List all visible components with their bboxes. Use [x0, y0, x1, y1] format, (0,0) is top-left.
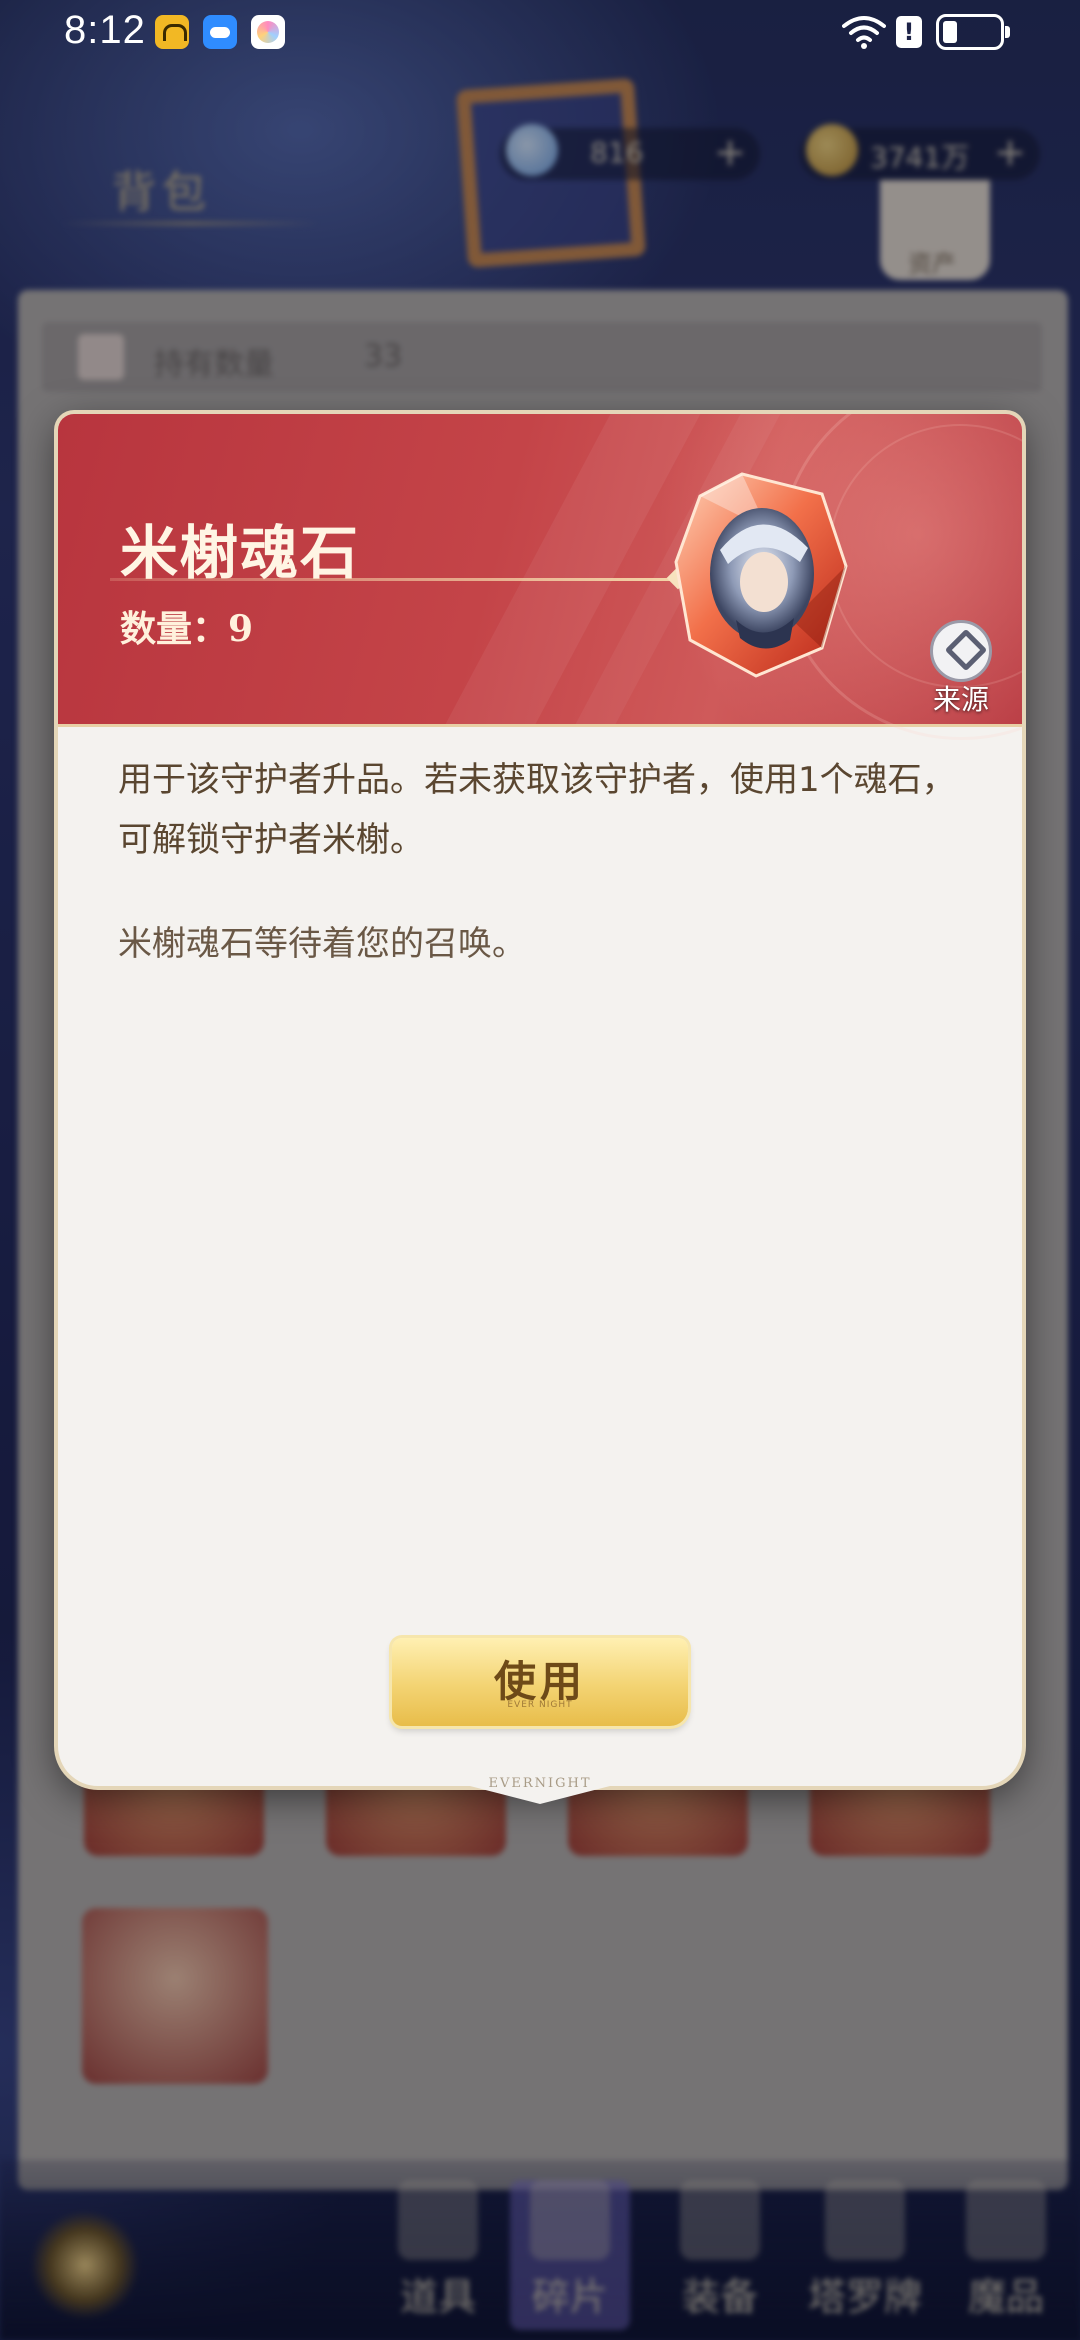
- weather-app-icon: [203, 15, 237, 49]
- wifi-icon: [842, 16, 886, 49]
- name-divider: [110, 578, 684, 581]
- item-quantity: 数量：9: [120, 608, 254, 650]
- source-label: 来源: [932, 683, 989, 716]
- status-bar: 8:12 !: [0, 0, 1080, 68]
- modal-header: 米榭魂石 数量：9 来源: [58, 414, 1022, 740]
- alert-icon: !: [896, 16, 922, 48]
- status-time: 8:12: [64, 8, 146, 52]
- source-button[interactable]: 来源: [924, 620, 998, 716]
- item-flavor-text: 米榭魂石等待着您的召唤。: [118, 924, 526, 964]
- soulstone-icon: [674, 472, 848, 678]
- use-button-sublabel: EVER NIGHT: [507, 1700, 573, 1710]
- app-notification-icon: [155, 15, 189, 49]
- battery-icon: [936, 14, 1010, 50]
- item-description: 用于该守护者升品。若未获取该守护者，使用1个魂石，可解锁守护者米榭。: [118, 760, 956, 860]
- use-button[interactable]: 使用 EVER NIGHT: [392, 1638, 688, 1726]
- item-detail-modal: 米榭魂石 数量：9 来源 用于该守护者升品。若未获取该守护者，使用1个魂石，可解…: [58, 414, 1022, 1786]
- footer-brand: EVERNIGHT: [488, 1776, 592, 1791]
- photos-app-icon: [251, 15, 285, 49]
- source-icon: [930, 620, 992, 682]
